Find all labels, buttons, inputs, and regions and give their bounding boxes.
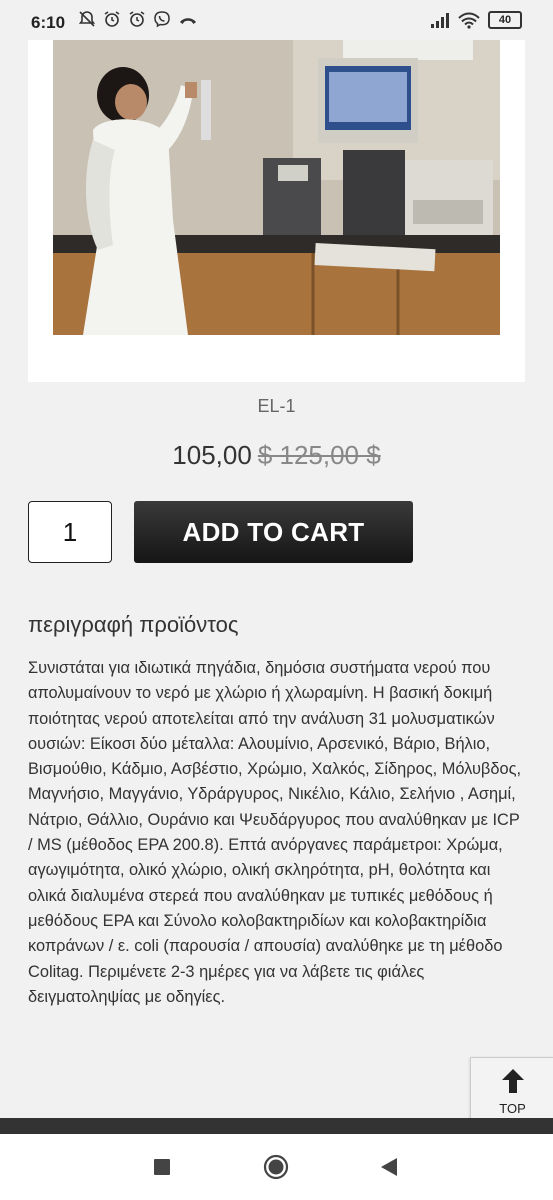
- current-price: 105,00: [172, 440, 252, 470]
- alarm-icon: [104, 11, 120, 27]
- description-text: Συνιστάται για ιδιωτικά πηγάδια, δημόσια…: [28, 659, 522, 1006]
- product-image[interactable]: [53, 40, 500, 335]
- old-price: $ 125,00 $: [257, 440, 381, 470]
- add-to-cart-button[interactable]: ADD TO CART: [134, 501, 413, 563]
- lab-photo: [53, 40, 500, 335]
- viber-icon: [154, 11, 170, 28]
- product-sku: EL-1: [257, 396, 296, 416]
- back-to-top-button[interactable]: TOP: [470, 1057, 553, 1125]
- status-system-icons: 40: [430, 11, 522, 29]
- arrow-up-icon: [502, 1069, 524, 1093]
- alarm-icon-2: [129, 11, 145, 27]
- product-price-block: 105,00 $ 125,00 $: [0, 440, 553, 471]
- battery-icon: 40: [488, 11, 522, 29]
- system-navigation-bar: [0, 1134, 553, 1200]
- home-icon[interactable]: [263, 1154, 289, 1180]
- signal-icon: [431, 13, 449, 28]
- quantity-input[interactable]: 1: [28, 501, 112, 563]
- status-notification-icons: [78, 10, 198, 28]
- product-image-card: [28, 40, 525, 382]
- missed-call-icon: [180, 18, 196, 24]
- battery-level: 40: [498, 14, 512, 26]
- mute-icon: [78, 11, 96, 27]
- footer-bar: [0, 1118, 553, 1134]
- status-bar: 6:10 40: [0, 0, 553, 40]
- wifi-icon: [458, 12, 480, 29]
- description-title: περιγραφή προϊόντος: [28, 612, 239, 637]
- back-icon[interactable]: [380, 1157, 398, 1177]
- recent-apps-icon[interactable]: [153, 1158, 171, 1176]
- status-time: 6:10: [31, 13, 66, 32]
- back-to-top-label: TOP: [499, 1101, 526, 1116]
